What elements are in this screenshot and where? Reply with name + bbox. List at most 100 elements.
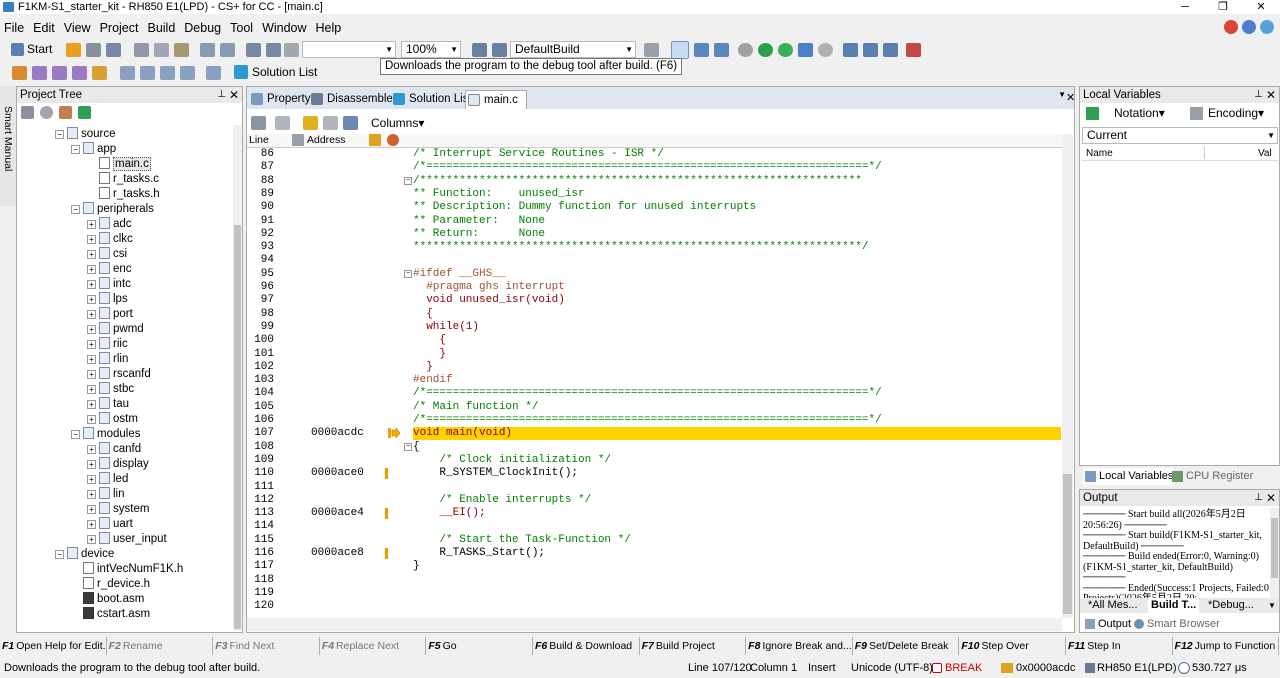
disconnect-icon[interactable] xyxy=(714,43,729,57)
fkey-f10[interactable]: F10 Step Over xyxy=(959,637,1066,655)
tree-item[interactable]: + rlin xyxy=(87,352,128,367)
restore-button[interactable]: ❐ xyxy=(1204,0,1242,14)
fkey-f3[interactable]: F3 Find Next xyxy=(213,637,320,655)
menu-view[interactable]: View xyxy=(64,21,91,35)
fkey-f12[interactable]: F12Jump to Function o... xyxy=(1173,637,1280,655)
expand-icon[interactable]: + xyxy=(87,265,96,274)
add-file-icon[interactable] xyxy=(78,106,91,119)
pin-icon[interactable]: ⊥ xyxy=(1254,490,1263,506)
expand-icon[interactable]: + xyxy=(87,520,96,529)
tree-item[interactable]: + system xyxy=(87,502,149,517)
start-button[interactable]: Start xyxy=(11,42,52,56)
close-icon[interactable]: ✕ xyxy=(1266,490,1276,506)
fkey-f9[interactable]: F9 Set/Delete Break xyxy=(853,637,960,655)
code-line[interactable]: 111 xyxy=(247,481,1062,494)
code-line[interactable]: 116 0000ace8 R_TASKS_Start(); xyxy=(247,547,1062,560)
tree-item[interactable]: − device xyxy=(55,547,114,562)
code-line[interactable]: 90 ** Description: Dummy function for unu… xyxy=(247,201,1062,214)
fkey-f5[interactable]: F5 Go xyxy=(426,637,533,655)
code-line[interactable]: 101 } xyxy=(247,348,1062,361)
expand-icon[interactable]: + xyxy=(87,280,96,289)
tree-item[interactable]: − modules xyxy=(71,427,140,442)
panel3-icon[interactable] xyxy=(180,66,195,80)
menu-file[interactable]: File xyxy=(4,21,24,35)
replace-icon[interactable] xyxy=(284,43,299,57)
tree-scrollbar[interactable] xyxy=(233,125,242,631)
code-line[interactable]: 113 0000ace4 __EI(); xyxy=(247,507,1062,520)
columns-menu[interactable]: Columns▾ xyxy=(371,116,424,130)
output-scrollbar-thumb[interactable] xyxy=(1271,518,1278,578)
code-line[interactable]: 105 /* Main function */ xyxy=(247,401,1062,414)
menu-debug[interactable]: Debug xyxy=(184,21,221,35)
go-from-reset-icon[interactable] xyxy=(778,43,793,57)
pin-icon[interactable]: ⊥ xyxy=(217,87,226,103)
tree-item[interactable]: + adc xyxy=(87,217,132,232)
expand-icon[interactable]: + xyxy=(87,445,96,454)
code-line[interactable]: 88 −/************************************… xyxy=(247,175,1062,188)
fkey-f11[interactable]: F11 Step In xyxy=(1066,637,1173,655)
collapse-icon[interactable]: − xyxy=(71,430,80,439)
menu-project[interactable]: Project xyxy=(100,21,139,35)
tree-item[interactable]: intVecNumF1K.h xyxy=(71,562,183,577)
paste-icon[interactable] xyxy=(174,43,189,57)
feedback-icon[interactable] xyxy=(1224,20,1238,34)
close-icon[interactable]: ✕ xyxy=(1066,91,1076,104)
pin-icon[interactable]: ⊥ xyxy=(1254,87,1263,103)
solution-list-button[interactable]: Solution List xyxy=(234,65,317,79)
code-line[interactable]: 89 ** Function: unused_isr xyxy=(247,188,1062,201)
expand-icon[interactable]: + xyxy=(87,385,96,394)
fkey-f4[interactable]: F4 Replace Next xyxy=(320,637,427,655)
tree-item[interactable]: + clkc xyxy=(87,232,133,247)
fkey-f8[interactable]: F8 Ignore Break and... xyxy=(746,637,853,655)
tree-item[interactable]: + lin xyxy=(87,487,125,502)
code-line[interactable]: 112 /* Enable interrupts */ xyxy=(247,494,1062,507)
tree-item[interactable]: boot.asm xyxy=(71,592,144,607)
tree-item[interactable]: + port xyxy=(87,307,133,322)
code-line[interactable]: 93 **************************************… xyxy=(247,241,1062,254)
stop-icon[interactable] xyxy=(738,43,753,57)
close-button[interactable]: ✕ xyxy=(1242,0,1280,14)
code-line[interactable]: 98 { xyxy=(247,308,1062,321)
notation-menu[interactable]: Notation▾ xyxy=(1114,106,1165,120)
expand-icon[interactable]: + xyxy=(87,505,96,514)
expand-icon[interactable]: + xyxy=(87,415,96,424)
close-icon[interactable]: ✕ xyxy=(229,87,239,103)
find-next-icon[interactable] xyxy=(266,43,281,57)
save-icon[interactable] xyxy=(86,43,101,57)
tree-item[interactable]: + pwmd xyxy=(87,322,144,337)
code-line[interactable]: 117} xyxy=(247,560,1062,573)
tree-item[interactable]: + intc xyxy=(87,277,131,292)
code-line[interactable]: 95 − #ifdef __GHS__ xyxy=(247,268,1062,281)
line-marker[interactable] xyxy=(385,548,388,559)
menu-edit[interactable]: Edit xyxy=(33,21,55,35)
code-line[interactable]: 115 /* Start the Task-Function */ xyxy=(247,534,1062,547)
refresh-icon[interactable] xyxy=(1086,107,1099,120)
sort-icon[interactable] xyxy=(21,106,34,119)
expand-icon[interactable]: + xyxy=(87,235,96,244)
help-globe-icon[interactable] xyxy=(1242,20,1256,34)
bookmark-list-icon[interactable] xyxy=(92,66,107,80)
tree-item[interactable]: − app xyxy=(71,142,116,157)
expand-icon[interactable]: + xyxy=(87,355,96,364)
tab-smart-browser[interactable]: Smart Browser xyxy=(1132,616,1220,632)
tree-item[interactable]: + user_input xyxy=(87,532,167,547)
user-icon[interactable] xyxy=(59,106,72,119)
code-line[interactable]: 109 /* Clock initialization */ xyxy=(247,454,1062,467)
editor-vscrollbar-thumb[interactable] xyxy=(1063,474,1072,614)
save-all-icon[interactable] xyxy=(106,43,121,57)
new-file-icon[interactable] xyxy=(66,43,81,57)
scope-select[interactable]: Current ▼ xyxy=(1082,127,1278,144)
code-line[interactable]: 99 while(1) xyxy=(247,321,1062,334)
code-line[interactable]: 91 ** Parameter: None xyxy=(247,215,1062,228)
line-marker[interactable] xyxy=(385,508,388,520)
tree-item[interactable]: − peripherals xyxy=(71,202,154,217)
rebuild-icon[interactable] xyxy=(492,43,507,57)
close-icon[interactable]: ✕ xyxy=(1266,87,1276,103)
code-line[interactable]: 104 /*===================================… xyxy=(247,387,1062,400)
step-in-icon[interactable] xyxy=(798,43,813,57)
split-icon[interactable] xyxy=(206,66,221,80)
tree-item[interactable]: main.c xyxy=(87,157,151,172)
go-to-pc-icon[interactable] xyxy=(303,116,318,130)
expand-icon[interactable]: + xyxy=(87,250,96,259)
tree-item[interactable]: + stbc xyxy=(87,382,134,397)
